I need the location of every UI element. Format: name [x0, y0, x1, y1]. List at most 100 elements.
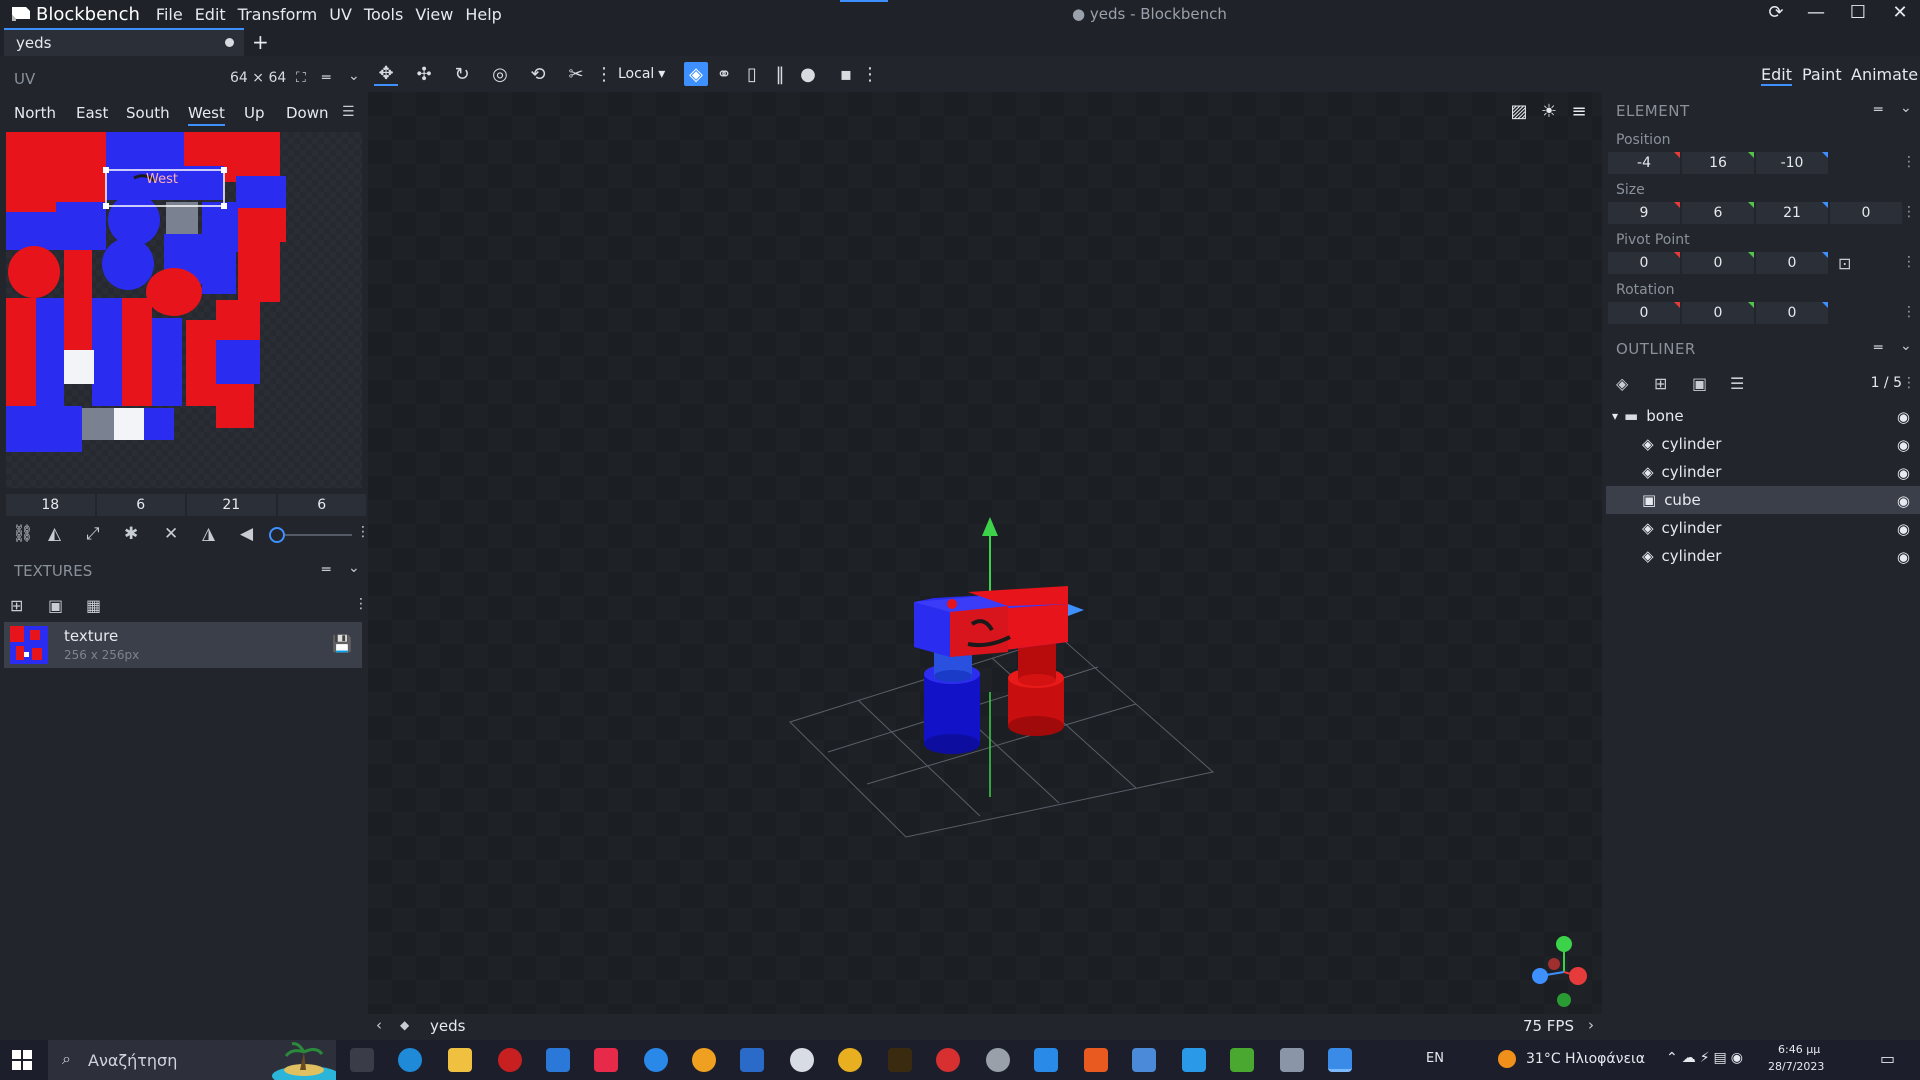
chevron-down-icon[interactable]: ⌄	[348, 68, 360, 84]
outliner-more-icon[interactable]: ⋮	[1902, 375, 1916, 391]
outliner-item-selected[interactable]: ▣ cube ◉	[1606, 486, 1920, 514]
chevron-left-icon[interactable]: ‹	[376, 1016, 382, 1034]
eye-icon[interactable]: ◉	[1897, 492, 1910, 510]
mode-paint-tab[interactable]: Paint	[1802, 65, 1842, 84]
3d-viewport[interactable]: ▨ ☀ ≡	[368, 92, 1602, 1014]
app-icon-red[interactable]	[936, 1048, 960, 1072]
eye-icon[interactable]: ◉	[1897, 548, 1910, 566]
menu-tools[interactable]: Tools	[358, 5, 409, 24]
rotate-tool-icon[interactable]: ↻	[450, 62, 474, 86]
pivot-more-icon[interactable]: ⋮	[1902, 254, 1916, 270]
pivot-z-field[interactable]: 0	[1756, 252, 1828, 274]
settings-icon[interactable]	[986, 1048, 1010, 1072]
store-icon[interactable]	[740, 1048, 764, 1072]
brave-icon[interactable]	[1084, 1048, 1108, 1072]
rotate-uv-icon[interactable]: ◀	[240, 524, 253, 544]
uv-field-h[interactable]: 6	[277, 494, 366, 516]
uv-field-w[interactable]: 21	[187, 494, 276, 516]
menu-lines-icon[interactable]: ═	[322, 70, 330, 86]
new-tab-button[interactable]: +	[252, 30, 269, 54]
outliner-item[interactable]: ◈ cylinder ◉	[1606, 514, 1920, 542]
menu-edit[interactable]: Edit	[189, 5, 232, 24]
transform-space-select[interactable]: Local ▾	[618, 64, 678, 84]
app-icon-blue[interactable]	[1182, 1048, 1206, 1072]
mail-icon[interactable]	[546, 1048, 570, 1072]
eye-icon[interactable]: ◉	[1897, 408, 1910, 426]
selected-cube[interactable]	[914, 586, 1084, 657]
add-mesh-icon[interactable]: ◈	[1616, 374, 1628, 393]
app-icon-green[interactable]	[1230, 1048, 1254, 1072]
menu-transform[interactable]: Transform	[232, 5, 324, 24]
save-texture-icon[interactable]: 💾	[332, 634, 352, 653]
mesh-select-icon[interactable]: ◈	[684, 62, 708, 86]
center-pivot-icon[interactable]: ⊡	[1838, 254, 1851, 273]
size-x-field[interactable]: 9	[1608, 202, 1680, 224]
texture-list-item[interactable]: texture 256 x 256px 💾	[4, 622, 362, 668]
add-texture-icon[interactable]: ⊞	[10, 596, 23, 615]
language-indicator[interactable]: EN	[1426, 1051, 1444, 1066]
eye-icon[interactable]: ◉	[1897, 520, 1910, 538]
add-group-icon[interactable]: ▣	[1692, 374, 1707, 393]
weather-sun-icon[interactable]	[1498, 1050, 1516, 1068]
position-y-field[interactable]: 16	[1682, 152, 1754, 174]
size-y-field[interactable]: 6	[1682, 202, 1754, 224]
paint-bucket-icon[interactable]: ◭	[48, 524, 61, 544]
file-explorer-icon[interactable]	[448, 1048, 472, 1072]
more-options-icon[interactable]: ⋮	[354, 596, 368, 612]
rotation-y-field[interactable]: 0	[1682, 302, 1754, 324]
task-view-icon[interactable]	[350, 1048, 374, 1072]
tab-face-up[interactable]: Up	[244, 104, 265, 122]
tray-icons[interactable]: ⌃☁⚡▤◉	[1666, 1050, 1747, 1066]
reload-icon[interactable]: ⟳	[1756, 2, 1796, 23]
fullscreen-icon[interactable]: ⛶	[296, 70, 306, 86]
chevron-down-icon[interactable]: ⌄	[348, 560, 360, 576]
app-icon-c[interactable]	[790, 1048, 814, 1072]
texture-grid-icon[interactable]: ▦	[86, 596, 101, 615]
outliner-item[interactable]: ◈ cylinder ◉	[1606, 542, 1920, 570]
knife-tool-icon[interactable]: ✂	[564, 62, 588, 86]
uv-field-u[interactable]: 18	[6, 494, 95, 516]
vertex-select-icon[interactable]: ●	[796, 62, 820, 86]
background-image-icon[interactable]: ▨	[1506, 98, 1532, 124]
menu-file[interactable]: File	[150, 5, 189, 24]
menu-lines-icon[interactable]: ═	[1874, 340, 1882, 356]
eye-icon[interactable]: ◉	[1897, 436, 1910, 454]
uv-editor-canvas[interactable]: West	[6, 132, 362, 488]
tab-face-west[interactable]: West	[188, 104, 225, 126]
outliner-item[interactable]: ◈ cylinder ◉	[1606, 458, 1920, 486]
face-select-icon[interactable]: ▯	[740, 62, 764, 86]
vertex-snap-icon[interactable]: ⟲	[526, 62, 550, 86]
lighting-icon[interactable]: ☀	[1536, 98, 1562, 124]
rotation-x-field[interactable]: 0	[1608, 302, 1680, 324]
chevron-down-icon[interactable]: ▾	[1612, 409, 1618, 423]
tab-face-south[interactable]: South	[126, 104, 170, 122]
clock-date[interactable]: 28/7/2023	[1768, 1060, 1824, 1073]
menu-uv[interactable]: UV	[323, 5, 358, 24]
mode-animate-tab[interactable]: Animate	[1851, 65, 1918, 84]
maximize-button[interactable]: ☐	[1838, 2, 1878, 23]
chrome-icon[interactable]	[838, 1048, 862, 1072]
save-icon[interactable]: ▪	[834, 62, 858, 86]
size-z-field[interactable]: 21	[1756, 202, 1828, 224]
orientation-gizmo[interactable]	[1532, 936, 1587, 1007]
uv-field-v[interactable]: 6	[96, 494, 185, 516]
gizmo-y-arrow[interactable]	[982, 517, 998, 536]
notifications-icon[interactable]: ▭	[1880, 1049, 1895, 1068]
mode-edit-tab[interactable]: Edit	[1761, 65, 1792, 86]
add-cube-icon[interactable]: ⊞	[1654, 374, 1667, 393]
import-texture-icon[interactable]: ▣	[48, 596, 63, 615]
menu-help[interactable]: Help	[459, 5, 507, 24]
app-icon-gray[interactable]	[1280, 1048, 1304, 1072]
position-z-field[interactable]: -10	[1756, 152, 1828, 174]
edge-icon[interactable]	[398, 1048, 422, 1072]
ms-store-icon[interactable]	[1034, 1048, 1058, 1072]
size-more-icon[interactable]: ⋮	[1902, 204, 1916, 220]
weather-text[interactable]: 31°C Ηλιοφάνεια	[1526, 1051, 1645, 1067]
resize-tool-icon[interactable]: ✣	[412, 62, 436, 86]
chevron-down-icon[interactable]: ⌄	[1900, 100, 1912, 116]
taskbar-search[interactable]: ⌕ Αναζήτηση	[48, 1040, 336, 1080]
rotation-z-field[interactable]: 0	[1756, 302, 1828, 324]
windows-start-icon[interactable]	[12, 1050, 32, 1070]
menu-lines-icon[interactable]: ═	[1874, 102, 1882, 118]
slider-handle[interactable]	[269, 527, 285, 543]
